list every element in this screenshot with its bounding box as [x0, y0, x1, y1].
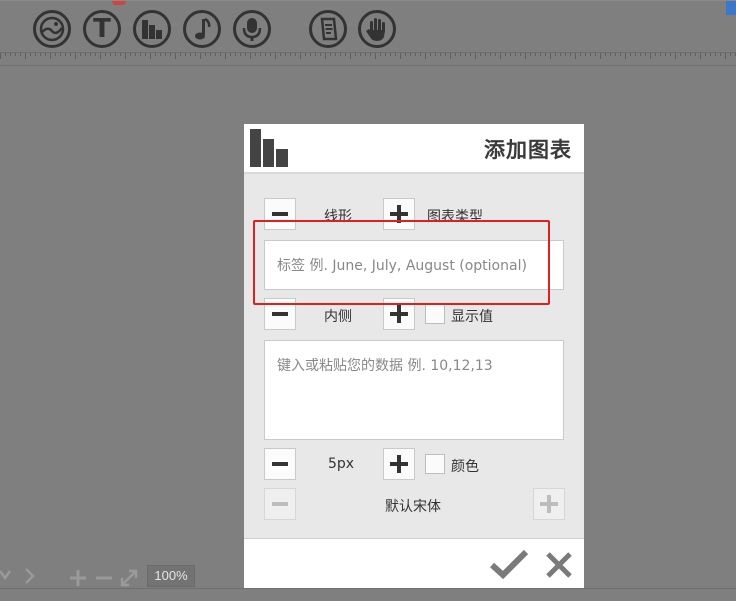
show-values-label: 显示值: [451, 309, 493, 325]
plus-icon: [540, 495, 558, 513]
minus-icon: [272, 312, 288, 316]
line-width-increase-button[interactable]: [383, 448, 415, 480]
chart-icon: [142, 20, 162, 39]
chevron-icons: [0, 568, 35, 584]
note-tool-button[interactable]: [309, 10, 347, 48]
dialog-header: 添加图表: [244, 124, 584, 172]
microphone-icon: [242, 18, 262, 41]
close-icon: [546, 552, 572, 578]
highlight-box: [253, 220, 550, 305]
color-checkbox[interactable]: [425, 454, 445, 474]
show-values-checkbox[interactable]: [425, 304, 445, 324]
bottom-bar: [0, 588, 736, 601]
audio-tool-button[interactable]: [233, 10, 271, 48]
dialog-footer: [244, 538, 584, 588]
ruler-ticks: [0, 53, 736, 59]
line-width-value: 5px: [328, 456, 355, 472]
music-note-icon: [195, 17, 211, 40]
plus-icon: [70, 570, 86, 586]
font-value: 默认宋体: [385, 499, 441, 515]
document-icon: [320, 17, 338, 41]
minus-icon: [272, 212, 288, 216]
expand-icon: [120, 569, 138, 587]
text-icon: T: [93, 14, 111, 44]
minus-icon: [96, 576, 112, 580]
data-input[interactable]: 键入或粘贴您的数据 例. 10,12,13: [264, 340, 564, 440]
top-toolbar: T: [0, 0, 736, 52]
tab-indicator: [112, 1, 126, 5]
pan-tool-button[interactable]: [358, 10, 396, 48]
photo-tool-button[interactable]: [33, 10, 71, 48]
checkmark-icon: [489, 549, 529, 580]
cancel-button[interactable]: [545, 551, 573, 584]
value-position-value: 内侧: [324, 309, 352, 325]
minus-icon: [272, 462, 288, 466]
chart-tool-button[interactable]: [133, 10, 171, 48]
minus-icon: [272, 502, 288, 506]
music-tool-button[interactable]: [183, 10, 221, 48]
chart-icon: [250, 129, 288, 167]
confirm-button[interactable]: [489, 549, 529, 584]
photo-icon: [39, 16, 65, 42]
dialog-title: 添加图表: [484, 138, 572, 162]
text-tool-button[interactable]: T: [83, 10, 121, 48]
edge-tab: [726, 1, 736, 15]
add-chart-dialog: 添加图表 线形 图表类型 标签 例. June, July, August (o…: [244, 124, 584, 588]
color-label: 颜色: [451, 459, 479, 475]
font-decrease-button[interactable]: [264, 488, 296, 520]
font-increase-button[interactable]: [533, 488, 565, 520]
ruler: [0, 52, 736, 66]
hand-icon: [366, 18, 385, 41]
line-width-decrease-button[interactable]: [264, 448, 296, 480]
zoom-level: 100%: [147, 565, 195, 587]
plus-icon: [390, 305, 408, 323]
plus-icon: [390, 455, 408, 473]
